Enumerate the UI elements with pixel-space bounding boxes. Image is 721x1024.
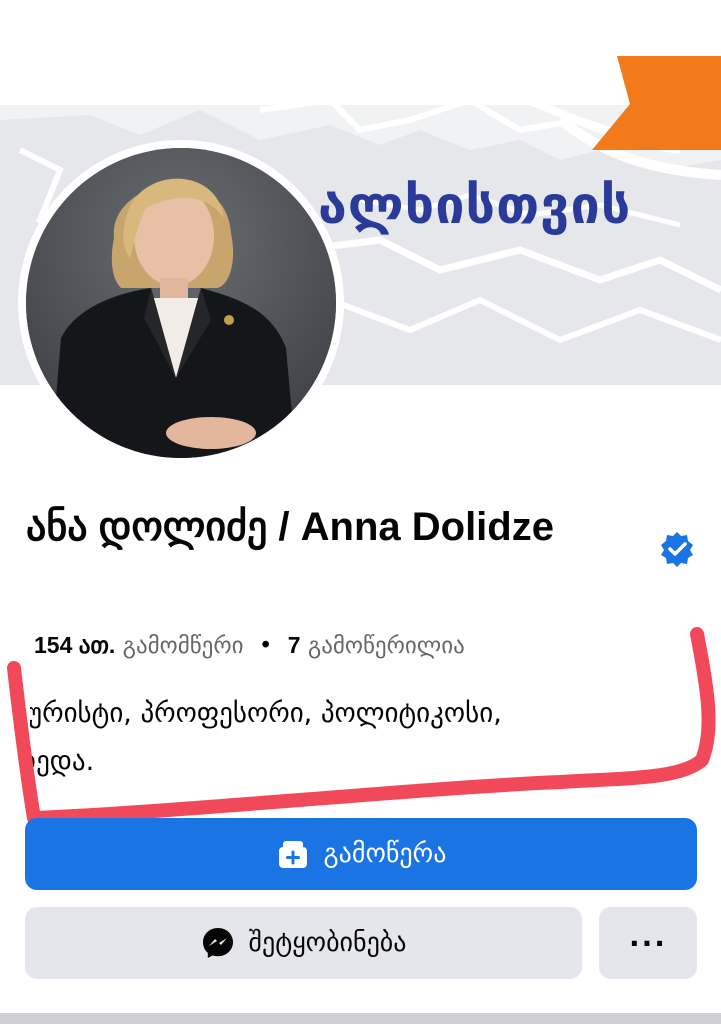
bio-line: დედა. xyxy=(30,746,95,777)
following-count[interactable]: 7 xyxy=(288,632,301,658)
follow-button[interactable]: გამოწერა xyxy=(25,818,697,890)
profile-avatar[interactable] xyxy=(26,148,336,458)
more-options-button[interactable]: ··· xyxy=(599,907,697,979)
follow-label: გამოწერა xyxy=(323,839,447,869)
following-label[interactable]: გამოწერილია xyxy=(308,633,465,659)
cover-title-text: ალხისთვის xyxy=(318,176,632,236)
profile-name: ანა დოლიძე / Anna Dolidze xyxy=(26,505,554,549)
followers-count[interactable]: 154 ათ. xyxy=(34,632,115,658)
followers-label[interactable]: გამომწერი xyxy=(123,633,244,659)
cover-ribbon xyxy=(592,56,721,150)
section-divider xyxy=(0,1013,721,1024)
profile-bio: იურისტი, პროფესორი, პოლიტიკოსი, დედა. xyxy=(30,690,710,786)
message-label: შეტყობინება xyxy=(248,928,407,958)
messenger-icon xyxy=(202,928,233,958)
bio-line: იურისტი, პროფესორი, პოლიტიკოსი, xyxy=(30,698,502,729)
more-icon: ··· xyxy=(629,926,667,960)
follow-add-icon xyxy=(278,841,307,868)
stats-separator: • xyxy=(258,633,273,659)
verified-badge-icon xyxy=(661,532,693,567)
follow-stats: 154 ათ. გამომწერი • 7 გამოწერილია xyxy=(34,632,465,659)
message-button[interactable]: შეტყობინება xyxy=(25,907,582,979)
